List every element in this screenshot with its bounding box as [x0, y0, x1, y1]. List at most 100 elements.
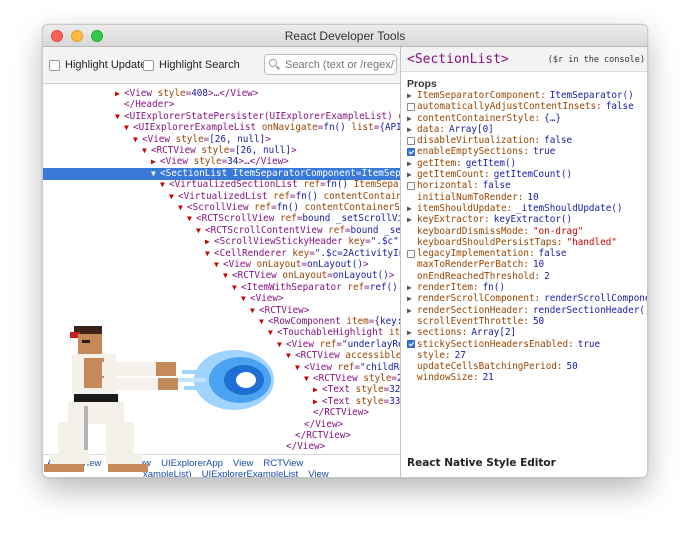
highlight-updates-checkbox[interactable] [49, 59, 60, 71]
prop-value[interactable]: 27 [455, 350, 466, 361]
prop-value[interactable]: 50 [533, 316, 544, 327]
tree-node[interactable]: ▼ <View onLayout=onLayout()> [43, 259, 400, 271]
collapse-arrow-icon[interactable]: ▼ [178, 202, 187, 214]
tree-node[interactable]: ▼ <View> [43, 293, 400, 305]
tree-tag-text: > [362, 259, 369, 270]
prop-checkbox[interactable] [407, 249, 415, 258]
tree-node[interactable]: ▶ <View style=34>…</View> [43, 156, 400, 168]
collapse-arrow-icon[interactable]: ▼ [241, 293, 250, 305]
expand-arrow-icon[interactable]: ▶ [407, 305, 417, 316]
collapse-arrow-icon[interactable]: ▼ [187, 213, 196, 225]
collapse-arrow-icon[interactable]: ▼ [223, 270, 232, 282]
tree-node[interactable]: ▼ <VirtualizedList ref=fn() contentContai… [43, 191, 400, 203]
expand-arrow-icon[interactable]: ▶ [407, 113, 417, 124]
collapse-arrow-icon[interactable]: ▼ [142, 145, 151, 157]
highlight-search-toggle[interactable]: Highlight Search [143, 59, 240, 71]
collapse-arrow-icon[interactable]: ▼ [214, 259, 223, 271]
expand-arrow-icon[interactable]: ▶ [407, 293, 417, 304]
tree-node[interactable]: ▼<RCTScrollContentView ref=bound _setInn… [43, 225, 400, 237]
tree-node[interactable]: ▼ <View style=[26, null]> [43, 134, 400, 146]
prop-value[interactable]: 2 [544, 271, 550, 282]
expand-arrow-icon[interactable]: ▶ [407, 203, 417, 214]
search-box[interactable] [264, 54, 397, 75]
tree-node[interactable]: ▼<CellRenderer key=".$c=2ActivityIndicat… [43, 248, 400, 260]
prop-value[interactable]: "on-drag" [533, 226, 583, 237]
tree-attr-name: ref [328, 224, 345, 236]
highlight-updates-toggle[interactable]: Highlight Updates [49, 59, 152, 71]
prop-value[interactable]: 10 [533, 259, 544, 270]
tree-attr-name: onLayout [256, 259, 302, 270]
collapse-arrow-icon[interactable]: ▼ [133, 134, 142, 146]
tree-attr-value: fn() [325, 179, 349, 191]
expand-arrow-icon[interactable]: ▶ [407, 124, 417, 135]
expand-arrow-icon[interactable]: ▶ [407, 90, 417, 101]
collapse-arrow-icon[interactable]: ▼ [205, 248, 214, 260]
tree-node-selected[interactable]: ▼ <SectionList ItemSeparatorComponent=Ite… [43, 167, 400, 180]
collapse-arrow-icon[interactable]: ▼ [151, 168, 160, 180]
prop-checkbox[interactable] [407, 340, 415, 349]
expand-arrow-icon[interactable]: ▶ [407, 158, 417, 169]
prop-value[interactable]: renderSectionHeader() [533, 305, 647, 316]
prop-value[interactable]: 10 [527, 192, 538, 203]
collapse-arrow-icon[interactable]: ▼ [124, 122, 133, 134]
prop-value[interactable]: Array[2] [471, 327, 516, 338]
expand-arrow-icon[interactable]: ▶ [407, 282, 417, 293]
collapse-arrow-icon[interactable]: ▼ [250, 305, 259, 317]
prop-value[interactable]: true [578, 339, 600, 350]
prop-checkbox[interactable] [407, 148, 415, 157]
tree-node[interactable]: ▼<RCTScrollView ref=bound _setScrollView… [43, 213, 400, 225]
prop-value[interactable]: 21 [483, 372, 494, 383]
expand-arrow-icon[interactable]: ▶ [407, 214, 417, 225]
expand-arrow-icon[interactable]: ▶ [205, 236, 214, 248]
prop-name: keyboardDismissMode: [417, 225, 529, 237]
collapse-arrow-icon[interactable]: ▼ [232, 282, 241, 294]
breadcrumb-item[interactable]: View [308, 469, 328, 477]
tree-node[interactable]: ▼ <RCTView onLayout=onLayout()> [43, 270, 400, 282]
tree-node[interactable]: ▶<ScrollViewStickyHeader key=".$c" ref=f… [43, 236, 400, 248]
collapse-arrow-icon[interactable]: ▼ [160, 179, 169, 191]
collapse-arrow-icon[interactable]: ▼ [295, 362, 304, 374]
prop-value[interactable]: getItemCount() [494, 169, 572, 180]
prop-value[interactable]: ItemSeparator() [550, 90, 634, 101]
prop-value[interactable]: {…} [544, 113, 561, 124]
prop-value[interactable]: false [539, 248, 567, 259]
expand-arrow-icon[interactable]: ▶ [115, 88, 124, 100]
tree-node[interactable]: </Header> [43, 99, 400, 111]
prop-value[interactable]: false [606, 101, 634, 112]
prop-row: initialNumToRender: 10 [407, 192, 647, 203]
tree-node[interactable]: ▼<ScrollView ref=fn() contentContainerSt… [43, 202, 400, 214]
prop-value[interactable]: keyExtractor() [494, 214, 572, 225]
tree-node[interactable]: ▼ <VirtualizedSectionList ref=fn() ItemSe… [43, 179, 400, 191]
prop-name: automaticallyAdjustContentInsets: [417, 101, 602, 113]
prop-value[interactable]: fn() [483, 282, 505, 293]
prop-checkbox[interactable] [407, 136, 415, 145]
collapse-arrow-icon[interactable]: ▼ [304, 373, 313, 385]
prop-checkbox[interactable] [407, 182, 415, 191]
collapse-arrow-icon[interactable]: ▼ [115, 111, 124, 123]
tree-node[interactable]: ▼ <RCTView> [43, 305, 400, 317]
expand-arrow-icon[interactable]: ▶ [407, 327, 417, 338]
search-input[interactable] [285, 58, 395, 71]
tree-node[interactable]: ▶ <View style=408>…</View> [43, 88, 400, 100]
prop-checkbox[interactable] [407, 102, 415, 111]
prop-value[interactable]: 50 [567, 361, 578, 372]
prop-value[interactable]: renderScrollComponent() [544, 293, 647, 304]
prop-value[interactable]: _itemShouldUpdate() [516, 203, 622, 214]
highlight-search-checkbox[interactable] [143, 59, 154, 71]
prop-value[interactable]: false [483, 180, 511, 191]
prop-value[interactable]: "handled" [567, 237, 617, 248]
prop-value[interactable]: true [533, 146, 555, 157]
expand-arrow-icon[interactable]: ▶ [407, 169, 417, 180]
prop-value[interactable]: false [544, 135, 572, 146]
expand-arrow-icon[interactable]: ▶ [313, 384, 322, 396]
prop-value[interactable]: getItem() [466, 158, 516, 169]
prop-value[interactable]: Array[0] [449, 124, 494, 135]
tree-node[interactable]: ▼<ItemWithSeparator ref=ref() Separator [43, 282, 400, 294]
tree-node[interactable]: ▼ <UIExplorerStatePersister(UIExplorerExa… [43, 111, 400, 123]
tree-node[interactable]: ▼ <RCTView style=[26, null]> [43, 145, 400, 157]
expand-arrow-icon[interactable]: ▶ [313, 396, 322, 408]
collapse-arrow-icon[interactable]: ▼ [196, 225, 205, 237]
collapse-arrow-icon[interactable]: ▼ [169, 191, 178, 203]
expand-arrow-icon[interactable]: ▶ [151, 156, 160, 168]
tree-node[interactable]: ▼ <UIExplorerExampleList onNavigate=fn() … [43, 122, 400, 134]
